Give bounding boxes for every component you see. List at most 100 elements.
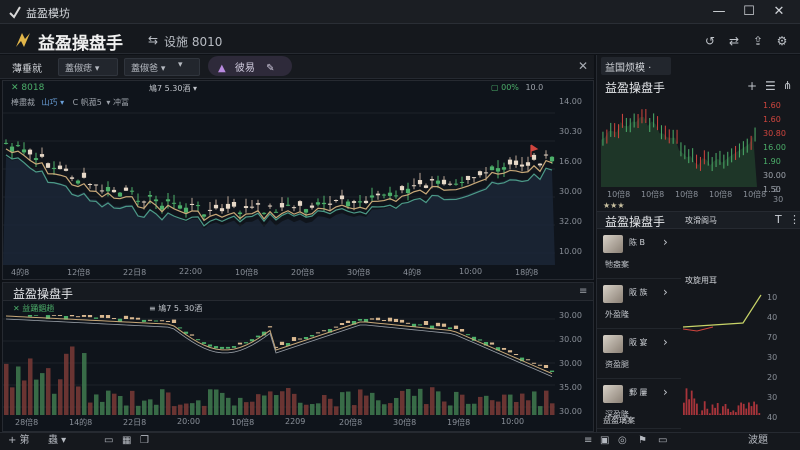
candle[interactable] [63, 164, 69, 172]
globe-icon[interactable]: ◎ [618, 433, 627, 449]
candle[interactable] [543, 150, 549, 159]
candle[interactable] [405, 322, 411, 324]
candle[interactable] [219, 346, 225, 349]
candle[interactable] [93, 184, 99, 192]
candle[interactable] [207, 202, 213, 216]
candle[interactable] [291, 337, 297, 341]
candle[interactable] [153, 320, 159, 322]
candle[interactable] [369, 187, 375, 203]
indicator-dropdown[interactable]: 蓋俶痣 ▾ [58, 58, 118, 76]
candle[interactable] [177, 327, 183, 329]
candle[interactable] [357, 319, 363, 321]
candle[interactable] [543, 364, 549, 368]
price-candlestick-chart[interactable] [3, 103, 555, 265]
candle[interactable] [501, 162, 507, 177]
candle[interactable] [273, 209, 279, 213]
candle[interactable] [279, 341, 285, 345]
candle[interactable] [549, 370, 555, 372]
alert-icon[interactable]: ⚑ [638, 433, 647, 449]
candle[interactable] [303, 337, 309, 340]
candle[interactable] [369, 318, 375, 320]
monitor-icon[interactable]: ▭ [104, 433, 113, 449]
candle[interactable] [447, 181, 453, 186]
candle[interactable] [447, 327, 453, 330]
candle[interactable] [9, 142, 15, 159]
candle[interactable] [441, 176, 447, 186]
candle[interactable] [339, 189, 345, 204]
candle[interactable] [123, 185, 129, 191]
candle[interactable] [315, 332, 321, 334]
candle[interactable] [201, 342, 207, 344]
candle[interactable] [489, 165, 495, 171]
candle[interactable] [321, 330, 327, 332]
candle[interactable] [177, 201, 183, 210]
export-icon[interactable]: ⇪ [750, 33, 766, 49]
candle[interactable] [423, 183, 429, 189]
candle[interactable] [453, 179, 459, 186]
candle[interactable] [27, 148, 33, 161]
add-icon[interactable]: + [747, 79, 757, 93]
candle[interactable] [39, 147, 45, 159]
candle[interactable] [159, 320, 165, 322]
sync-icon[interactable]: ⇄ [726, 33, 742, 49]
candle[interactable] [399, 319, 405, 323]
panel-menu-icon[interactable]: ≡ [579, 286, 587, 297]
candle[interactable] [195, 339, 201, 341]
candle[interactable] [465, 175, 471, 184]
candle[interactable] [51, 161, 57, 176]
candle[interactable] [267, 203, 273, 209]
candle[interactable] [417, 324, 423, 326]
add-layout-button[interactable]: + 第 [8, 433, 30, 449]
candle[interactable] [51, 315, 57, 316]
candle[interactable] [189, 334, 195, 336]
candle[interactable] [207, 344, 213, 347]
candle[interactable] [501, 347, 507, 350]
candle[interactable] [27, 315, 33, 317]
candle[interactable] [333, 199, 339, 203]
candle[interactable] [213, 346, 219, 349]
extra-dropdown[interactable]: ▾ [172, 58, 200, 76]
file-icon[interactable]: ❐ [140, 433, 149, 449]
candle[interactable] [57, 315, 63, 316]
candle[interactable] [225, 346, 231, 349]
candle[interactable] [459, 176, 465, 187]
candle[interactable] [309, 335, 315, 337]
candle[interactable] [513, 354, 519, 356]
close-toolbar-icon[interactable]: ✕ [578, 59, 588, 73]
sidebar-tab[interactable]: 益国烦模 · [601, 57, 671, 75]
close-button[interactable]: ✕ [766, 3, 792, 21]
candle[interactable] [33, 152, 39, 167]
candle[interactable] [285, 197, 291, 207]
candle[interactable] [69, 175, 75, 182]
candle[interactable] [495, 160, 501, 179]
candle[interactable] [237, 342, 243, 345]
candle[interactable] [129, 317, 135, 320]
candle[interactable] [87, 315, 93, 318]
candle[interactable] [459, 329, 465, 332]
candle[interactable] [387, 317, 393, 322]
candle[interactable] [267, 326, 273, 328]
menu-icon[interactable]: ≡ [584, 433, 592, 449]
sidebar-footer-item[interactable]: 益盈璃案 [603, 415, 635, 426]
watchlist-item[interactable]: 陈 B › 牠盎案 [597, 231, 681, 279]
candle[interactable] [81, 315, 87, 317]
candle[interactable] [333, 326, 339, 328]
candle[interactable] [381, 320, 387, 322]
list-view-icon[interactable]: ☰ [765, 79, 776, 93]
candle[interactable] [111, 318, 117, 320]
volume-chart[interactable] [3, 315, 555, 415]
candle[interactable] [411, 178, 417, 190]
candle[interactable] [291, 205, 297, 212]
candle[interactable] [537, 163, 543, 168]
candle[interactable] [189, 197, 195, 212]
candle[interactable] [507, 157, 513, 170]
candle[interactable] [261, 212, 267, 215]
gear-icon[interactable]: ⚙ [774, 33, 790, 49]
candle[interactable] [111, 187, 117, 193]
candle[interactable] [135, 317, 141, 320]
minimize-button[interactable]: — [706, 3, 732, 21]
candle[interactable] [123, 315, 129, 319]
candle[interactable] [465, 334, 471, 336]
candle[interactable] [375, 190, 381, 200]
candle[interactable] [525, 359, 531, 361]
